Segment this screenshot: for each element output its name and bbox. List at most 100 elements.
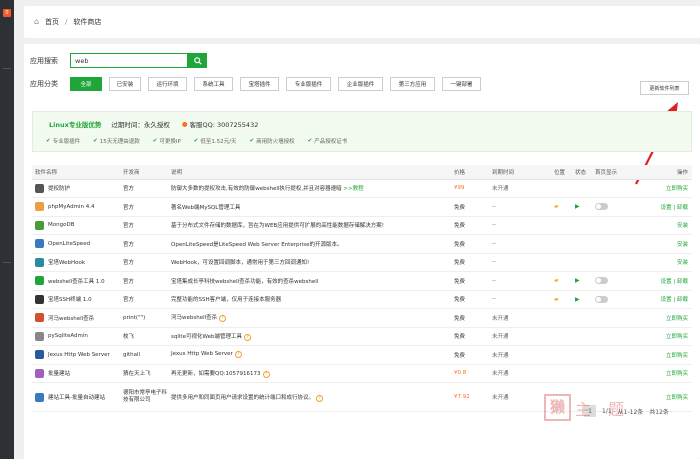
software-icon [35,331,44,341]
homepage-toggle[interactable] [595,277,608,285]
vip-feature-label: 低至1.52元/天 [200,139,237,145]
breadcrumb: ⌂ 首页 / 软件商店 [24,6,700,38]
category-tab[interactable]: 第三方应用 [390,77,435,91]
description-text: 完整功能的SSH客户端，仅用于连接本服务器 [171,297,282,304]
price-cell: ¥99 [451,179,489,198]
description-text: sqlite可视化Web端管理工具 [171,333,242,340]
watermark-seal: 獭 [544,394,571,421]
software-icon [35,220,44,230]
operation-cell[interactable]: 立即购买 [638,179,692,198]
check-icon: ✔ [307,138,313,144]
category-tab[interactable]: 宝塔插件 [240,77,279,91]
location-cell: ▰ [551,197,572,217]
operation-cell[interactable]: 立即购买 [638,308,692,328]
homepage-display-cell [592,179,638,198]
play-icon[interactable]: ▶ [575,203,580,210]
expire-cell: 未开通 [489,327,551,346]
software-name[interactable]: 提权防护 [48,184,70,192]
software-name[interactable]: Jexus Http Web Server [48,352,110,358]
folder-icon[interactable]: ▰ [554,277,559,284]
help-icon[interactable]: ? [262,370,270,378]
category-row: 应用分类 全部 已安装 运行环境 系统工具 宝塔插件 专业版插件 企业版插件 第三方应用 一键部… [30,77,488,91]
developer-cell: 官方 [120,271,168,291]
software-name[interactable]: 宝塔WebHook [48,258,85,266]
category-tab[interactable]: 一键部署 [442,77,481,91]
category-tab[interactable]: 已安装 [109,77,141,91]
help-icon[interactable]: ? [219,315,227,323]
vip-feature-label: 专业版插件 [52,139,81,145]
status-cell: ▶ [572,290,592,309]
homepage-toggle[interactable] [595,203,608,211]
location-cell [551,308,572,328]
operation-cell[interactable]: 安装 [638,253,692,272]
description-cell: OpenLiteSpeed是LiteSpeed Web Server Enter… [168,234,451,254]
tutorial-link[interactable]: >>教程 [343,186,363,192]
refresh-list-button[interactable]: 更新软件列表 [640,81,689,95]
software-name[interactable]: 宝塔SSH终端 1.0 [48,295,92,303]
operation-cell[interactable]: 安装 [638,234,692,254]
status-cell [572,234,592,254]
operation-cell[interactable]: 立即购买 [638,345,692,365]
software-name[interactable]: pySqliteAdmin [48,333,88,339]
vip-feature-label: 产品授权证书 [314,139,348,145]
status-cell: ▶ [572,197,592,217]
homepage-display-cell [592,308,638,328]
help-icon[interactable]: ? [243,333,251,341]
help-icon[interactable]: ? [234,351,242,359]
homepage-display-cell [592,197,638,217]
table-row: webshell查杀工具 1.0 官方 宝塔集成长亭科技webshell查杀功能，有… [32,271,692,291]
play-icon[interactable]: ▶ [575,277,580,284]
folder-icon[interactable]: ▰ [554,203,559,210]
vip-expire: 过期时间：永久授权 [111,121,170,129]
software-name[interactable]: MongoDB [48,222,74,228]
operation-cell[interactable]: 立即购买 [638,327,692,346]
description-text: 基于分布式文件存储的数据库，旨在为WEB应用提供可扩展的高性能数据存储解决方案! [171,223,384,230]
operation-cell[interactable]: 设置 | 卸载 [638,197,692,217]
breadcrumb-current: 软件商店 [73,18,102,26]
notification-badge[interactable]: 0 [3,9,11,17]
vip-feature: ✔ 产品授权证书 [308,137,348,145]
location-cell [551,364,572,383]
search-icon [193,56,202,65]
homepage-display-cell [592,327,638,346]
category-tab[interactable]: 系统工具 [194,77,233,91]
breadcrumb-home[interactable]: 首页 [45,17,59,27]
category-tab[interactable]: 企业版插件 [338,77,383,91]
location-cell [551,253,572,272]
software-name[interactable]: webshell查杀工具 1.0 [48,277,105,285]
price-cell: 免费 [451,271,489,291]
category-tab[interactable]: 运行环境 [148,77,187,91]
category-tab[interactable]: 全部 [70,77,102,91]
software-icon [35,350,44,360]
folder-icon[interactable]: ▰ [554,296,559,303]
software-name[interactable]: 批量建站 [48,369,70,377]
software-icon [35,202,44,212]
play-icon[interactable]: ▶ [575,296,580,303]
software-name[interactable]: 河马webshell查杀 [48,314,94,322]
operation-cell[interactable]: 立即购买 [638,364,692,383]
expire-cell: 未开通 [489,345,551,365]
description-text: 再无更新，如需要QQ:1057916173 [171,370,261,377]
search-button[interactable] [188,53,207,68]
homepage-toggle[interactable] [595,295,608,303]
search-input[interactable]: web [70,53,188,68]
homepage-display-cell [592,216,638,235]
vip-qq[interactable]: 客服QQ: 3007255432 [190,119,259,129]
vip-title: Linux专业版优势 [49,121,102,129]
expire-cell: -- [489,290,551,309]
table-row: 提权防护 官方 防御大多数的提权攻击,有效的防御webshell执行提权,并且对容器… [32,179,692,198]
software-name[interactable]: 建站工具-批量自动建站 [48,393,105,401]
operation-cell[interactable]: 设置 | 卸载 [638,271,692,291]
operation-cell[interactable]: 安装 [638,216,692,235]
software-name-cell: 批量建站 [32,364,120,383]
software-name-cell: 提权防护 [32,179,120,198]
help-icon[interactable]: ? [316,394,324,402]
home-icon[interactable]: ⌂ [34,18,43,26]
category-tab[interactable]: 专业版插件 [286,77,331,91]
watermark-text: 主 题 [575,399,631,419]
software-name[interactable]: OpenLiteSpeed [48,241,90,247]
operation-cell[interactable]: 设置 | 卸载 [638,290,692,309]
software-name[interactable]: phpMyAdmin 4.4 [48,204,95,210]
software-icon [35,276,44,286]
developer-cell: print("") [120,308,168,328]
